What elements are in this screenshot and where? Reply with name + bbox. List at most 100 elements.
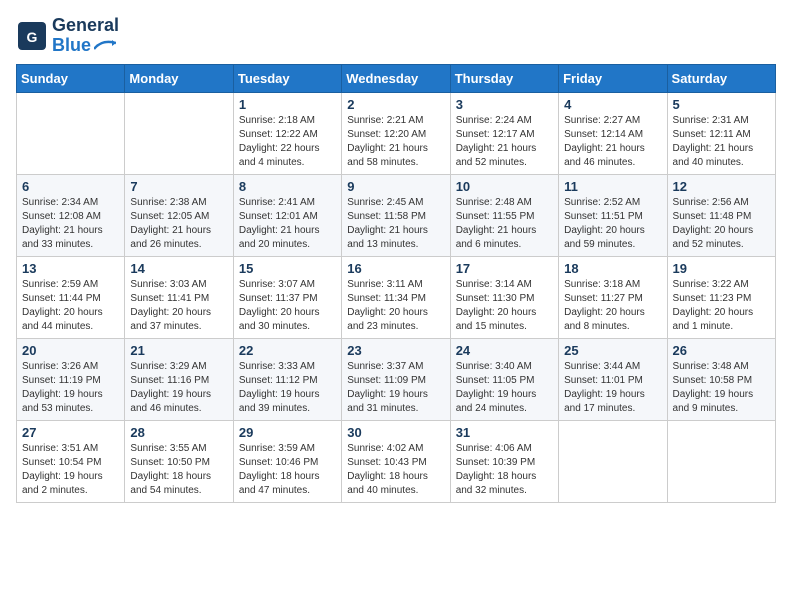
calendar-cell: 20 Sunrise: 3:26 AM Sunset: 11:19 PM Dayl… bbox=[17, 338, 125, 420]
calendar-cell: 26Sunrise: 3:48 AM Sunset: 10:58 PM Dayl… bbox=[667, 338, 775, 420]
calendar-cell: 24Sunrise: 3:40 AM Sunset: 11:05 PM Dayl… bbox=[450, 338, 558, 420]
weekday-header-sunday: Sunday bbox=[17, 64, 125, 92]
day-number: 14 bbox=[130, 261, 227, 276]
calendar-cell: 5Sunrise: 2:31 AM Sunset: 12:11 AM Dayli… bbox=[667, 92, 775, 174]
calendar-cell bbox=[667, 420, 775, 502]
day-info: Sunrise: 2:34 AM Sunset: 12:08 AM Daylig… bbox=[22, 196, 119, 252]
day-info: Sunrise: 2:56 AM Sunset: 11:48 PM Daylig… bbox=[673, 196, 770, 252]
calendar-cell: 30Sunrise: 4:02 AM Sunset: 10:43 PM Dayl… bbox=[342, 420, 450, 502]
logo: G General Blue bbox=[16, 16, 119, 56]
logo-text-bottom: Blue bbox=[52, 36, 119, 56]
weekday-header-tuesday: Tuesday bbox=[233, 64, 341, 92]
day-number: 18 bbox=[564, 261, 661, 276]
calendar-cell: 22Sunrise: 3:33 AM Sunset: 11:12 PM Dayl… bbox=[233, 338, 341, 420]
calendar-cell: 27 Sunrise: 3:51 AM Sunset: 10:54 PM Dayl… bbox=[17, 420, 125, 502]
day-number: 1 bbox=[239, 97, 336, 112]
week-row-2: 6 Sunrise: 2:34 AM Sunset: 12:08 AM Dayli… bbox=[17, 174, 776, 256]
day-info: Sunrise: 3:03 AM Sunset: 11:41 PM Daylig… bbox=[130, 278, 227, 334]
day-number: 15 bbox=[239, 261, 336, 276]
calendar-cell: 21Sunrise: 3:29 AM Sunset: 11:16 PM Dayl… bbox=[125, 338, 233, 420]
calendar-cell: 25 Sunrise: 3:44 AM Sunset: 11:01 PM Dayl… bbox=[559, 338, 667, 420]
calendar-cell: 11Sunrise: 2:52 AM Sunset: 11:51 PM Dayl… bbox=[559, 174, 667, 256]
day-info: Sunrise: 3:44 AM Sunset: 11:01 PM Daylig… bbox=[564, 360, 661, 416]
calendar-cell bbox=[559, 420, 667, 502]
day-info: Sunrise: 3:40 AM Sunset: 11:05 PM Daylig… bbox=[456, 360, 553, 416]
day-info: Sunrise: 3:07 AM Sunset: 11:37 PM Daylig… bbox=[239, 278, 336, 334]
day-info: Sunrise: 2:52 AM Sunset: 11:51 PM Daylig… bbox=[564, 196, 661, 252]
calendar-cell: 18 Sunrise: 3:18 AM Sunset: 11:27 PM Dayl… bbox=[559, 256, 667, 338]
weekday-header-row: SundayMondayTuesdayWednesdayThursdayFrid… bbox=[17, 64, 776, 92]
day-info: Sunrise: 3:14 AM Sunset: 11:30 PM Daylig… bbox=[456, 278, 553, 334]
calendar-cell: 8 Sunrise: 2:41 AM Sunset: 12:01 AM Dayli… bbox=[233, 174, 341, 256]
day-number: 6 bbox=[22, 179, 119, 194]
weekday-header-saturday: Saturday bbox=[667, 64, 775, 92]
day-info: Sunrise: 3:18 AM Sunset: 11:27 PM Daylig… bbox=[564, 278, 661, 334]
calendar-cell: 17 Sunrise: 3:14 AM Sunset: 11:30 PM Dayl… bbox=[450, 256, 558, 338]
day-number: 19 bbox=[673, 261, 770, 276]
weekday-header-thursday: Thursday bbox=[450, 64, 558, 92]
calendar-cell: 7Sunrise: 2:38 AM Sunset: 12:05 AM Dayli… bbox=[125, 174, 233, 256]
calendar-cell: 31 Sunrise: 4:06 AM Sunset: 10:39 PM Dayl… bbox=[450, 420, 558, 502]
day-number: 10 bbox=[456, 179, 553, 194]
calendar-table: SundayMondayTuesdayWednesdayThursdayFrid… bbox=[16, 64, 776, 503]
day-info: Sunrise: 2:59 AM Sunset: 11:44 PM Daylig… bbox=[22, 278, 119, 334]
calendar-cell: 3 Sunrise: 2:24 AM Sunset: 12:17 AM Dayli… bbox=[450, 92, 558, 174]
day-number: 22 bbox=[239, 343, 336, 358]
week-row-1: 1 Sunrise: 2:18 AM Sunset: 12:22 AM Dayli… bbox=[17, 92, 776, 174]
day-number: 4 bbox=[564, 97, 661, 112]
day-info: Sunrise: 2:21 AM Sunset: 12:20 AM Daylig… bbox=[347, 114, 444, 170]
calendar-cell: 29 Sunrise: 3:59 AM Sunset: 10:46 PM Dayl… bbox=[233, 420, 341, 502]
calendar-cell: 19 Sunrise: 3:22 AM Sunset: 11:23 PM Dayl… bbox=[667, 256, 775, 338]
day-info: Sunrise: 3:55 AM Sunset: 10:50 PM Daylig… bbox=[130, 442, 227, 498]
calendar-cell: 10 Sunrise: 2:48 AM Sunset: 11:55 PM Dayl… bbox=[450, 174, 558, 256]
day-number: 2 bbox=[347, 97, 444, 112]
page-container: G General Blue SundayMond bbox=[16, 16, 776, 503]
day-number: 29 bbox=[239, 425, 336, 440]
day-info: Sunrise: 3:22 AM Sunset: 11:23 PM Daylig… bbox=[673, 278, 770, 334]
calendar-cell: 15 Sunrise: 3:07 AM Sunset: 11:37 PM Dayl… bbox=[233, 256, 341, 338]
day-info: Sunrise: 3:26 AM Sunset: 11:19 PM Daylig… bbox=[22, 360, 119, 416]
day-info: Sunrise: 3:37 AM Sunset: 11:09 PM Daylig… bbox=[347, 360, 444, 416]
calendar-cell: 28 Sunrise: 3:55 AM Sunset: 10:50 PM Dayl… bbox=[125, 420, 233, 502]
day-number: 25 bbox=[564, 343, 661, 358]
day-info: Sunrise: 2:24 AM Sunset: 12:17 AM Daylig… bbox=[456, 114, 553, 170]
day-number: 5 bbox=[673, 97, 770, 112]
day-number: 12 bbox=[673, 179, 770, 194]
weekday-header-monday: Monday bbox=[125, 64, 233, 92]
day-info: Sunrise: 2:38 AM Sunset: 12:05 AM Daylig… bbox=[130, 196, 227, 252]
day-number: 17 bbox=[456, 261, 553, 276]
day-info: Sunrise: 3:59 AM Sunset: 10:46 PM Daylig… bbox=[239, 442, 336, 498]
day-number: 27 bbox=[22, 425, 119, 440]
day-number: 8 bbox=[239, 179, 336, 194]
day-info: Sunrise: 2:27 AM Sunset: 12:14 AM Daylig… bbox=[564, 114, 661, 170]
logo-icon: G bbox=[16, 20, 48, 52]
day-number: 16 bbox=[347, 261, 444, 276]
day-number: 28 bbox=[130, 425, 227, 440]
day-number: 31 bbox=[456, 425, 553, 440]
day-info: Sunrise: 3:11 AM Sunset: 11:34 PM Daylig… bbox=[347, 278, 444, 334]
day-number: 20 bbox=[22, 343, 119, 358]
day-number: 9 bbox=[347, 179, 444, 194]
day-number: 3 bbox=[456, 97, 553, 112]
day-info: Sunrise: 4:02 AM Sunset: 10:43 PM Daylig… bbox=[347, 442, 444, 498]
calendar-cell: 12 Sunrise: 2:56 AM Sunset: 11:48 PM Dayl… bbox=[667, 174, 775, 256]
day-info: Sunrise: 2:45 AM Sunset: 11:58 PM Daylig… bbox=[347, 196, 444, 252]
calendar-cell: 1 Sunrise: 2:18 AM Sunset: 12:22 AM Dayli… bbox=[233, 92, 341, 174]
calendar-cell: 13Sunrise: 2:59 AM Sunset: 11:44 PM Dayl… bbox=[17, 256, 125, 338]
week-row-5: 27 Sunrise: 3:51 AM Sunset: 10:54 PM Dayl… bbox=[17, 420, 776, 502]
calendar-cell: 14 Sunrise: 3:03 AM Sunset: 11:41 PM Dayl… bbox=[125, 256, 233, 338]
day-info: Sunrise: 4:06 AM Sunset: 10:39 PM Daylig… bbox=[456, 442, 553, 498]
day-info: Sunrise: 2:48 AM Sunset: 11:55 PM Daylig… bbox=[456, 196, 553, 252]
week-row-4: 20 Sunrise: 3:26 AM Sunset: 11:19 PM Dayl… bbox=[17, 338, 776, 420]
svg-text:G: G bbox=[27, 29, 38, 45]
day-info: Sunrise: 3:51 AM Sunset: 10:54 PM Daylig… bbox=[22, 442, 119, 498]
day-info: Sunrise: 2:18 AM Sunset: 12:22 AM Daylig… bbox=[239, 114, 336, 170]
header: G General Blue bbox=[16, 16, 776, 56]
logo-swoosh bbox=[94, 39, 116, 53]
day-info: Sunrise: 2:41 AM Sunset: 12:01 AM Daylig… bbox=[239, 196, 336, 252]
calendar-cell bbox=[125, 92, 233, 174]
day-info: Sunrise: 3:29 AM Sunset: 11:16 PM Daylig… bbox=[130, 360, 227, 416]
day-info: Sunrise: 3:48 AM Sunset: 10:58 PM Daylig… bbox=[673, 360, 770, 416]
weekday-header-friday: Friday bbox=[559, 64, 667, 92]
weekday-header-wednesday: Wednesday bbox=[342, 64, 450, 92]
